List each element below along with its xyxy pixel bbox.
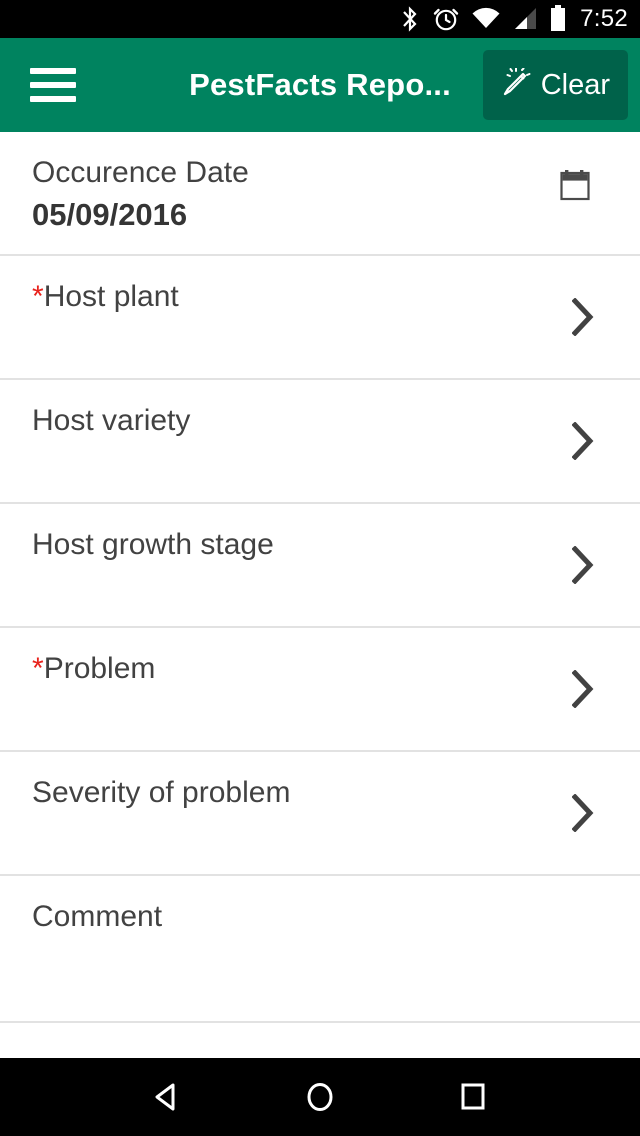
calendar-icon[interactable] xyxy=(558,168,592,202)
host-plant-label: *Host plant xyxy=(32,282,614,312)
chevron-right-icon[interactable] xyxy=(571,421,594,461)
hamburger-menu-icon[interactable] xyxy=(30,68,76,102)
form-row-comment[interactable]: Comment xyxy=(0,876,640,1023)
chevron-right-icon[interactable] xyxy=(571,793,594,833)
chevron-right-icon[interactable] xyxy=(571,297,594,337)
wifi-icon xyxy=(471,7,501,31)
alarm-icon xyxy=(432,5,460,33)
bluetooth-icon xyxy=(399,6,421,32)
form-row-host-plant[interactable]: *Host plant xyxy=(0,256,640,380)
severity-of-problem-label: Severity of problem xyxy=(32,776,291,809)
host-growth-stage-label: Host growth stage xyxy=(32,528,274,561)
occurrence-date-label: Occurence Date xyxy=(32,156,249,189)
status-bar-clock: 7:52 xyxy=(580,5,628,32)
battery-icon xyxy=(549,5,567,33)
clear-button[interactable]: Clear xyxy=(482,50,628,120)
chevron-right-icon[interactable] xyxy=(571,545,594,585)
problem-label-text: Problem xyxy=(43,652,156,685)
recents-square-icon[interactable] xyxy=(443,1067,503,1127)
required-marker: * xyxy=(32,280,44,313)
clear-button-label: Clear xyxy=(540,68,610,101)
required-marker: * xyxy=(32,652,44,685)
host-plant-label-text: Host plant xyxy=(43,280,179,313)
home-circle-icon[interactable] xyxy=(290,1067,350,1127)
comment-label: Comment xyxy=(32,900,163,933)
form-row-host-variety[interactable]: Host variety xyxy=(0,380,640,504)
form-row-host-growth-stage[interactable]: Host growth stage xyxy=(0,504,640,628)
app-bar: PestFacts Repo... Clear xyxy=(0,38,640,132)
android-navigation-bar xyxy=(0,1058,640,1136)
report-form-list: Occurence Date 05/09/2016 *Host plant Ho… xyxy=(0,132,640,1058)
occurrence-date-value: 05/09/2016 xyxy=(32,197,188,232)
back-triangle-icon[interactable] xyxy=(137,1067,197,1127)
form-row-partial[interactable] xyxy=(0,1023,640,1058)
form-row-occurrence-date[interactable]: Occurence Date 05/09/2016 xyxy=(0,132,640,256)
form-row-problem[interactable]: *Problem xyxy=(0,628,640,752)
phone-screen: 7:52 PestFacts Repo... Clear Occurence D… xyxy=(0,0,640,1136)
chevron-right-icon[interactable] xyxy=(571,669,594,709)
host-variety-label: Host variety xyxy=(32,404,191,437)
form-row-severity-of-problem[interactable]: Severity of problem xyxy=(0,752,640,876)
magic-wand-icon xyxy=(501,67,531,103)
status-bar: 7:52 xyxy=(0,0,640,38)
problem-label: *Problem xyxy=(32,654,614,684)
cellular-signal-icon xyxy=(512,7,538,31)
